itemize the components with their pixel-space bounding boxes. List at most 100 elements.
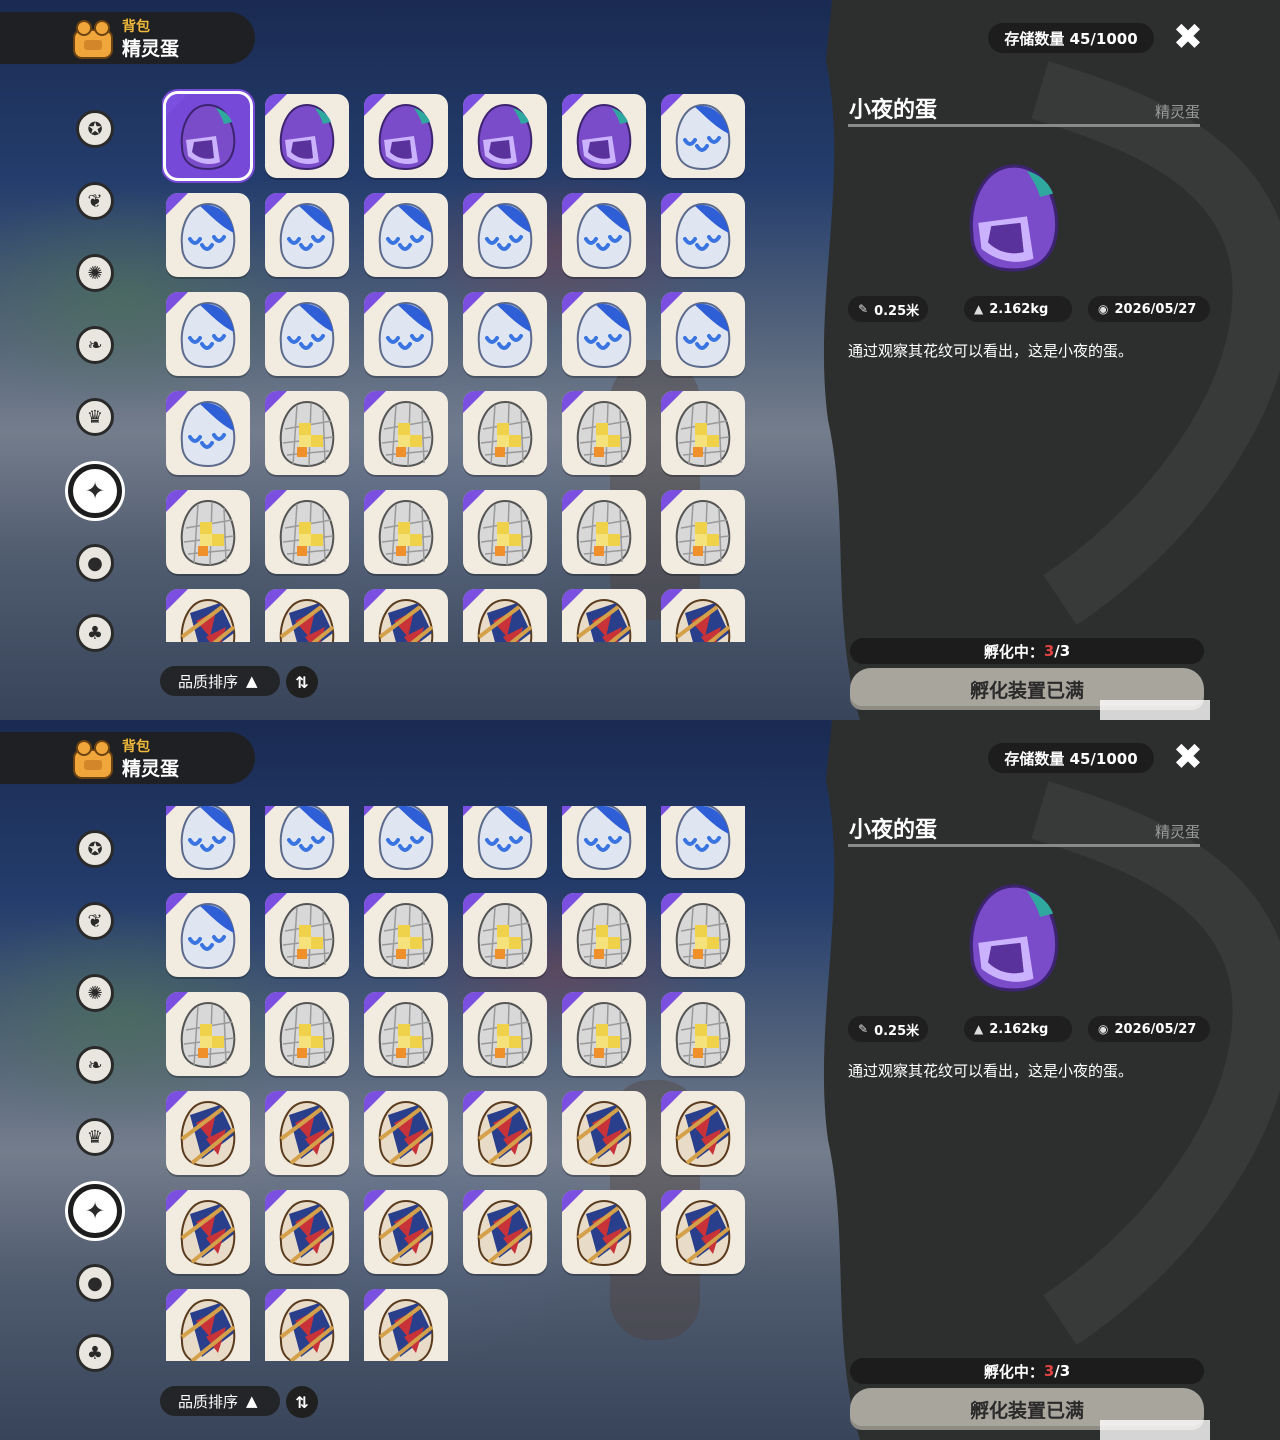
yellow-egg-icon — [180, 499, 236, 567]
egg-slot[interactable] — [661, 992, 745, 1076]
egg-slot[interactable] — [562, 391, 646, 475]
acorn-icon[interactable]: ● — [76, 1264, 114, 1302]
egg-slot[interactable] — [562, 292, 646, 376]
egg-slot[interactable] — [364, 806, 448, 878]
egg-slot[interactable] — [661, 490, 745, 574]
egg-slot[interactable] — [265, 893, 349, 977]
egg-slot[interactable] — [166, 1289, 250, 1361]
egg-slot[interactable] — [661, 193, 745, 277]
backpack-icon — [73, 20, 113, 59]
quality-sort-button[interactable]: 品质排序 ▲ — [160, 666, 280, 696]
sort-order-toggle-icon[interactable]: ⇅ — [286, 666, 318, 698]
egg-slot[interactable] — [166, 893, 250, 977]
crown-card-icon[interactable]: ♛ — [76, 398, 114, 436]
egg-slot[interactable] — [463, 806, 547, 878]
egg-slot[interactable] — [364, 1091, 448, 1175]
egg-slot[interactable] — [661, 589, 745, 642]
egg-slot[interactable] — [166, 806, 250, 878]
acorn-icon[interactable]: ● — [76, 544, 114, 582]
egg-slot[interactable] — [166, 193, 250, 277]
egg-slot[interactable] — [364, 992, 448, 1076]
egg-slot[interactable] — [661, 94, 745, 178]
egg-slot[interactable] — [562, 94, 646, 178]
egg-slot[interactable] — [166, 992, 250, 1076]
crown-card-icon[interactable]: ♛ — [76, 1118, 114, 1156]
leaf-icon[interactable]: ❦ — [76, 182, 114, 220]
egg-slot[interactable] — [463, 292, 547, 376]
close-icon[interactable]: ✖ — [1168, 18, 1208, 58]
egg-slot[interactable] — [661, 806, 745, 878]
egg-category-icon[interactable]: ✦ — [68, 1184, 122, 1238]
egg-slot[interactable] — [364, 292, 448, 376]
yellow-egg-icon — [576, 400, 632, 468]
egg-slot[interactable] — [166, 292, 250, 376]
egg-slot[interactable] — [166, 589, 250, 642]
egg-slot[interactable] — [661, 292, 745, 376]
leaves-icon[interactable]: ❧ — [76, 326, 114, 364]
egg-slot[interactable] — [364, 94, 448, 178]
egg-slot[interactable] — [364, 893, 448, 977]
egg-slot[interactable] — [463, 589, 547, 642]
blue-egg-icon — [279, 301, 335, 369]
star-badge-icon[interactable]: ✪ — [76, 110, 114, 148]
egg-slot[interactable] — [463, 193, 547, 277]
egg-slot[interactable] — [265, 589, 349, 642]
egg-slot[interactable] — [661, 391, 745, 475]
egg-slot[interactable] — [166, 490, 250, 574]
egg-slot[interactable] — [463, 1091, 547, 1175]
egg-slot[interactable] — [562, 806, 646, 878]
sofa-icon[interactable]: ♣ — [76, 614, 114, 652]
egg-slot[interactable] — [265, 1190, 349, 1274]
sofa-icon[interactable]: ♣ — [76, 1334, 114, 1372]
egg-slot[interactable] — [364, 1289, 448, 1361]
egg-slot[interactable] — [463, 893, 547, 977]
sparkle-badge-icon[interactable]: ✺ — [76, 974, 114, 1012]
egg-slot[interactable] — [661, 1190, 745, 1274]
egg-slot[interactable] — [364, 391, 448, 475]
quality-sort-button[interactable]: 品质排序 ▲ — [160, 1386, 280, 1416]
egg-slot[interactable] — [265, 193, 349, 277]
egg-slot[interactable] — [463, 391, 547, 475]
egg-slot[interactable] — [562, 893, 646, 977]
egg-slot[interactable] — [364, 589, 448, 642]
egg-slot[interactable] — [463, 94, 547, 178]
egg-slot[interactable] — [562, 490, 646, 574]
egg-slot[interactable] — [364, 490, 448, 574]
egg-slot[interactable] — [166, 1190, 250, 1274]
red-egg-icon — [576, 1199, 632, 1267]
egg-slot[interactable] — [265, 1289, 349, 1361]
egg-slot[interactable] — [562, 1190, 646, 1274]
sort-order-toggle-icon[interactable]: ⇅ — [286, 1386, 318, 1418]
egg-slot[interactable] — [265, 292, 349, 376]
egg-slot[interactable] — [562, 992, 646, 1076]
blue-egg-icon — [675, 103, 731, 171]
close-icon[interactable]: ✖ — [1168, 738, 1208, 778]
egg-slot[interactable] — [562, 1091, 646, 1175]
yellow-egg-icon — [675, 400, 731, 468]
star-badge-icon[interactable]: ✪ — [76, 830, 114, 868]
egg-slot[interactable] — [265, 1091, 349, 1175]
leaf-icon[interactable]: ❦ — [76, 902, 114, 940]
egg-slot[interactable] — [265, 992, 349, 1076]
egg-slot[interactable] — [265, 94, 349, 178]
leaves-icon[interactable]: ❧ — [76, 1046, 114, 1084]
egg-slot[interactable] — [463, 490, 547, 574]
egg-slot[interactable] — [562, 193, 646, 277]
egg-slot[interactable] — [463, 992, 547, 1076]
egg-slot[interactable] — [562, 589, 646, 642]
egg-slot[interactable] — [463, 1190, 547, 1274]
egg-slot[interactable] — [265, 806, 349, 878]
egg-slot[interactable] — [364, 1190, 448, 1274]
egg-slot[interactable] — [661, 893, 745, 977]
egg-slot[interactable] — [166, 94, 250, 178]
egg-slot[interactable] — [265, 391, 349, 475]
egg-slot[interactable] — [166, 1091, 250, 1175]
egg-slot[interactable] — [265, 490, 349, 574]
egg-slot[interactable] — [661, 1091, 745, 1175]
sparkle-badge-icon[interactable]: ✺ — [76, 254, 114, 292]
size-value: 0.25米 — [874, 1023, 920, 1039]
blue-egg-icon — [180, 301, 236, 369]
egg-category-icon[interactable]: ✦ — [68, 464, 122, 518]
egg-slot[interactable] — [364, 193, 448, 277]
egg-slot[interactable] — [166, 391, 250, 475]
